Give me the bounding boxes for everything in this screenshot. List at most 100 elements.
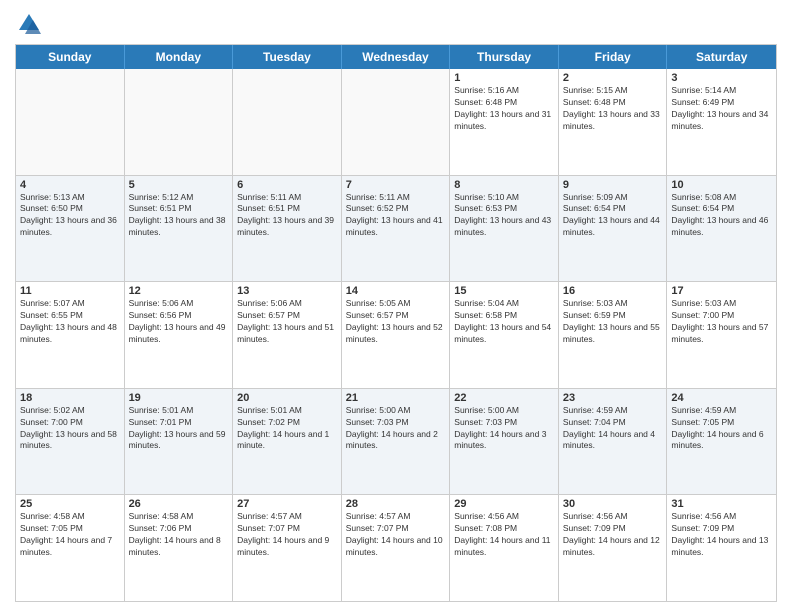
empty-cell (125, 69, 234, 175)
day-cell: 22Sunrise: 5:00 AM Sunset: 7:03 PM Dayli… (450, 389, 559, 495)
day-number: 9 (563, 179, 663, 191)
day-info: Sunrise: 4:59 AM Sunset: 7:04 PM Dayligh… (563, 405, 663, 453)
day-cell: 29Sunrise: 4:56 AM Sunset: 7:08 PM Dayli… (450, 495, 559, 601)
day-info: Sunrise: 5:15 AM Sunset: 6:48 PM Dayligh… (563, 85, 663, 133)
calendar-day-header: Friday (559, 45, 668, 69)
calendar-header: SundayMondayTuesdayWednesdayThursdayFrid… (16, 45, 776, 69)
day-info: Sunrise: 5:02 AM Sunset: 7:00 PM Dayligh… (20, 405, 120, 453)
day-number: 28 (346, 498, 446, 510)
day-cell: 3Sunrise: 5:14 AM Sunset: 6:49 PM Daylig… (667, 69, 776, 175)
day-cell: 7Sunrise: 5:11 AM Sunset: 6:52 PM Daylig… (342, 176, 451, 282)
day-info: Sunrise: 5:00 AM Sunset: 7:03 PM Dayligh… (346, 405, 446, 453)
day-info: Sunrise: 5:16 AM Sunset: 6:48 PM Dayligh… (454, 85, 554, 133)
day-number: 23 (563, 392, 663, 404)
day-number: 6 (237, 179, 337, 191)
day-info: Sunrise: 4:59 AM Sunset: 7:05 PM Dayligh… (671, 405, 772, 453)
day-number: 11 (20, 285, 120, 297)
day-number: 12 (129, 285, 229, 297)
logo-icon (15, 10, 43, 38)
day-number: 29 (454, 498, 554, 510)
day-number: 5 (129, 179, 229, 191)
calendar-day-header: Tuesday (233, 45, 342, 69)
day-info: Sunrise: 4:58 AM Sunset: 7:05 PM Dayligh… (20, 511, 120, 559)
logo (15, 10, 47, 38)
day-number: 31 (671, 498, 772, 510)
day-info: Sunrise: 5:00 AM Sunset: 7:03 PM Dayligh… (454, 405, 554, 453)
day-info: Sunrise: 4:56 AM Sunset: 7:08 PM Dayligh… (454, 511, 554, 559)
calendar-day-header: Monday (125, 45, 234, 69)
calendar-row: 1Sunrise: 5:16 AM Sunset: 6:48 PM Daylig… (16, 69, 776, 176)
day-cell: 25Sunrise: 4:58 AM Sunset: 7:05 PM Dayli… (16, 495, 125, 601)
day-info: Sunrise: 5:06 AM Sunset: 6:57 PM Dayligh… (237, 298, 337, 346)
day-number: 24 (671, 392, 772, 404)
day-number: 3 (671, 72, 772, 84)
day-info: Sunrise: 5:05 AM Sunset: 6:57 PM Dayligh… (346, 298, 446, 346)
day-number: 21 (346, 392, 446, 404)
day-info: Sunrise: 5:03 AM Sunset: 6:59 PM Dayligh… (563, 298, 663, 346)
day-cell: 16Sunrise: 5:03 AM Sunset: 6:59 PM Dayli… (559, 282, 668, 388)
day-number: 15 (454, 285, 554, 297)
empty-cell (16, 69, 125, 175)
calendar-row: 11Sunrise: 5:07 AM Sunset: 6:55 PM Dayli… (16, 282, 776, 389)
day-cell: 19Sunrise: 5:01 AM Sunset: 7:01 PM Dayli… (125, 389, 234, 495)
day-cell: 28Sunrise: 4:57 AM Sunset: 7:07 PM Dayli… (342, 495, 451, 601)
day-number: 30 (563, 498, 663, 510)
calendar-row: 4Sunrise: 5:13 AM Sunset: 6:50 PM Daylig… (16, 176, 776, 283)
day-cell: 27Sunrise: 4:57 AM Sunset: 7:07 PM Dayli… (233, 495, 342, 601)
day-cell: 6Sunrise: 5:11 AM Sunset: 6:51 PM Daylig… (233, 176, 342, 282)
day-info: Sunrise: 5:10 AM Sunset: 6:53 PM Dayligh… (454, 192, 554, 240)
calendar-row: 25Sunrise: 4:58 AM Sunset: 7:05 PM Dayli… (16, 495, 776, 601)
day-cell: 26Sunrise: 4:58 AM Sunset: 7:06 PM Dayli… (125, 495, 234, 601)
day-number: 2 (563, 72, 663, 84)
day-cell: 31Sunrise: 4:56 AM Sunset: 7:09 PM Dayli… (667, 495, 776, 601)
day-info: Sunrise: 5:01 AM Sunset: 7:01 PM Dayligh… (129, 405, 229, 453)
day-cell: 13Sunrise: 5:06 AM Sunset: 6:57 PM Dayli… (233, 282, 342, 388)
day-info: Sunrise: 4:58 AM Sunset: 7:06 PM Dayligh… (129, 511, 229, 559)
day-cell: 14Sunrise: 5:05 AM Sunset: 6:57 PM Dayli… (342, 282, 451, 388)
day-number: 22 (454, 392, 554, 404)
day-info: Sunrise: 5:09 AM Sunset: 6:54 PM Dayligh… (563, 192, 663, 240)
empty-cell (342, 69, 451, 175)
day-cell: 4Sunrise: 5:13 AM Sunset: 6:50 PM Daylig… (16, 176, 125, 282)
header (15, 10, 777, 38)
day-info: Sunrise: 5:12 AM Sunset: 6:51 PM Dayligh… (129, 192, 229, 240)
day-cell: 20Sunrise: 5:01 AM Sunset: 7:02 PM Dayli… (233, 389, 342, 495)
calendar-day-header: Thursday (450, 45, 559, 69)
day-number: 17 (671, 285, 772, 297)
day-info: Sunrise: 4:57 AM Sunset: 7:07 PM Dayligh… (346, 511, 446, 559)
calendar-day-header: Wednesday (342, 45, 451, 69)
calendar-body: 1Sunrise: 5:16 AM Sunset: 6:48 PM Daylig… (16, 69, 776, 601)
day-cell: 2Sunrise: 5:15 AM Sunset: 6:48 PM Daylig… (559, 69, 668, 175)
day-number: 27 (237, 498, 337, 510)
day-number: 16 (563, 285, 663, 297)
day-number: 20 (237, 392, 337, 404)
day-number: 19 (129, 392, 229, 404)
day-cell: 18Sunrise: 5:02 AM Sunset: 7:00 PM Dayli… (16, 389, 125, 495)
day-number: 14 (346, 285, 446, 297)
day-info: Sunrise: 4:57 AM Sunset: 7:07 PM Dayligh… (237, 511, 337, 559)
day-info: Sunrise: 5:11 AM Sunset: 6:51 PM Dayligh… (237, 192, 337, 240)
day-info: Sunrise: 5:13 AM Sunset: 6:50 PM Dayligh… (20, 192, 120, 240)
day-number: 13 (237, 285, 337, 297)
day-number: 18 (20, 392, 120, 404)
page: SundayMondayTuesdayWednesdayThursdayFrid… (0, 0, 792, 612)
calendar-day-header: Saturday (667, 45, 776, 69)
day-cell: 23Sunrise: 4:59 AM Sunset: 7:04 PM Dayli… (559, 389, 668, 495)
day-cell: 24Sunrise: 4:59 AM Sunset: 7:05 PM Dayli… (667, 389, 776, 495)
calendar-day-header: Sunday (16, 45, 125, 69)
day-cell: 11Sunrise: 5:07 AM Sunset: 6:55 PM Dayli… (16, 282, 125, 388)
day-info: Sunrise: 5:11 AM Sunset: 6:52 PM Dayligh… (346, 192, 446, 240)
empty-cell (233, 69, 342, 175)
calendar: SundayMondayTuesdayWednesdayThursdayFrid… (15, 44, 777, 602)
day-info: Sunrise: 5:07 AM Sunset: 6:55 PM Dayligh… (20, 298, 120, 346)
day-number: 25 (20, 498, 120, 510)
day-number: 8 (454, 179, 554, 191)
day-info: Sunrise: 5:01 AM Sunset: 7:02 PM Dayligh… (237, 405, 337, 453)
day-info: Sunrise: 5:06 AM Sunset: 6:56 PM Dayligh… (129, 298, 229, 346)
day-cell: 12Sunrise: 5:06 AM Sunset: 6:56 PM Dayli… (125, 282, 234, 388)
day-info: Sunrise: 5:14 AM Sunset: 6:49 PM Dayligh… (671, 85, 772, 133)
day-number: 10 (671, 179, 772, 191)
day-cell: 10Sunrise: 5:08 AM Sunset: 6:54 PM Dayli… (667, 176, 776, 282)
day-cell: 21Sunrise: 5:00 AM Sunset: 7:03 PM Dayli… (342, 389, 451, 495)
day-cell: 8Sunrise: 5:10 AM Sunset: 6:53 PM Daylig… (450, 176, 559, 282)
